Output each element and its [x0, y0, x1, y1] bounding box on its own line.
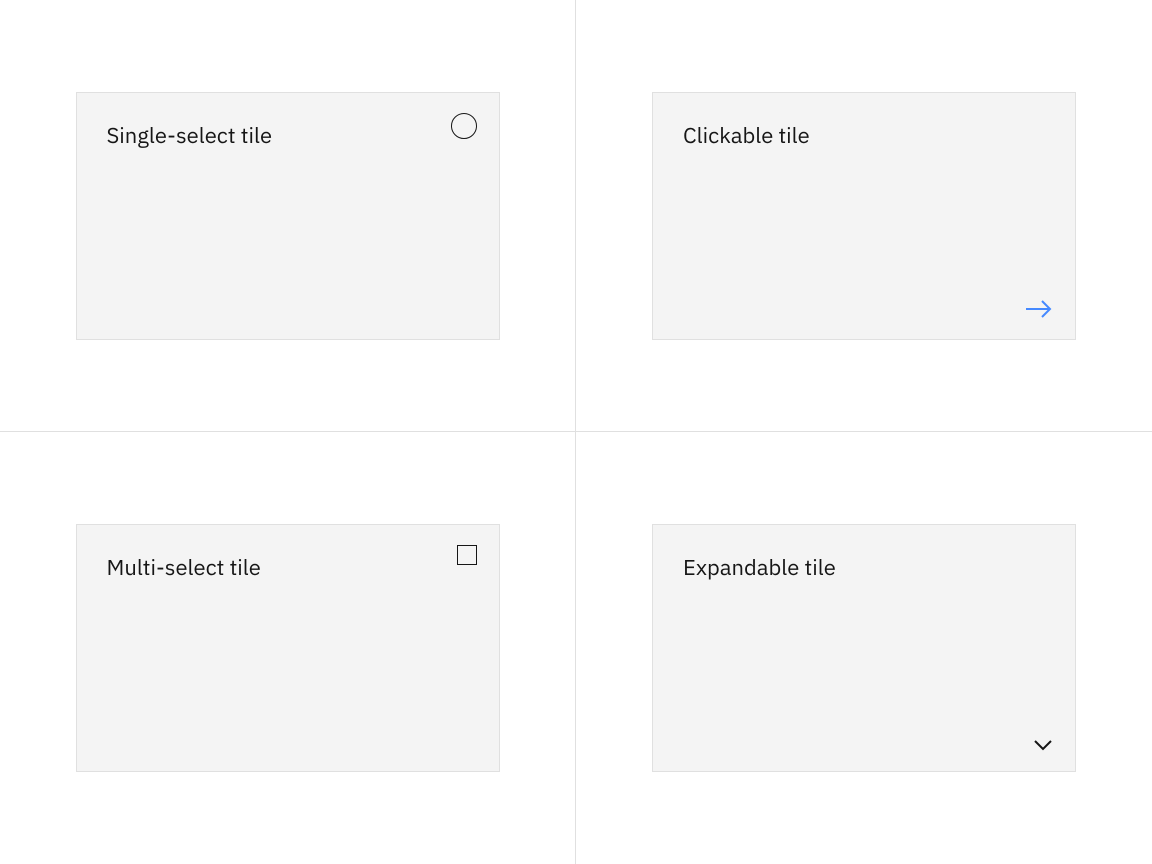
cell-expandable: Expandable tile	[576, 432, 1152, 864]
tile-examples-grid: Single-select tile Clickable tile Multi-…	[0, 0, 1152, 864]
cell-clickable: Clickable tile	[576, 0, 1152, 432]
multi-select-tile[interactable]: Multi-select tile	[76, 524, 500, 772]
cell-single-select: Single-select tile	[0, 0, 576, 432]
expandable-tile[interactable]: Expandable tile	[652, 524, 1076, 772]
chevron-down-icon[interactable]	[1033, 739, 1053, 751]
single-select-tile[interactable]: Single-select tile	[76, 92, 500, 340]
arrow-right-icon	[1025, 299, 1053, 319]
clickable-tile-label: Clickable tile	[683, 121, 1045, 150]
radio-unchecked-icon	[451, 113, 477, 139]
multi-select-tile-label: Multi-select tile	[107, 553, 469, 582]
single-select-tile-label: Single-select tile	[107, 121, 469, 150]
expandable-tile-label: Expandable tile	[683, 553, 1045, 582]
checkbox-unchecked-icon	[457, 545, 477, 565]
cell-multi-select: Multi-select tile	[0, 432, 576, 864]
clickable-tile[interactable]: Clickable tile	[652, 92, 1076, 340]
